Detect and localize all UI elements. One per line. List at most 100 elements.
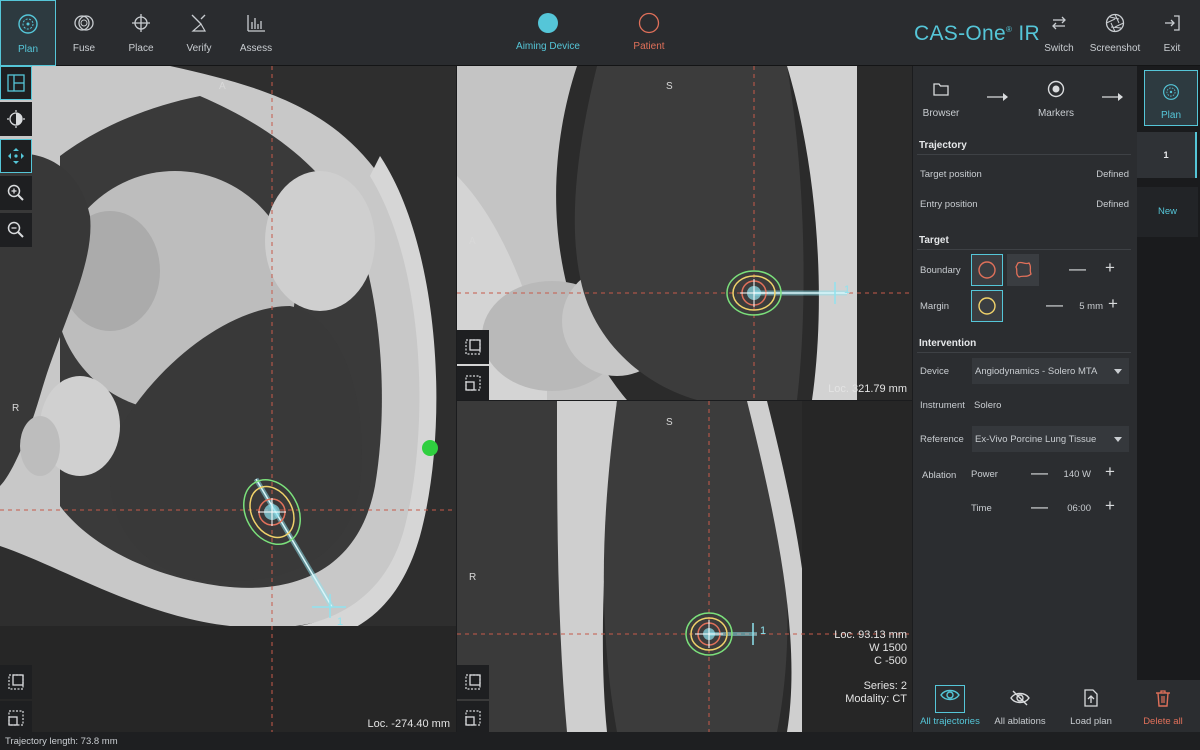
screenshot-label: Screenshot — [1089, 43, 1141, 54]
sagittal-location: Loc. 321.79 mm — [828, 383, 907, 395]
status-bar: Trajectory length: 73.8 mm — [0, 732, 1200, 750]
assess-tool-label: Assess — [239, 43, 273, 54]
device-select[interactable]: Angiodynamics - Solero MTA — [972, 358, 1129, 384]
power-plus-button[interactable]: + — [1105, 463, 1115, 480]
entry-position-label: Entry position — [920, 199, 978, 210]
exit-button[interactable]: Exit — [1152, 0, 1192, 66]
coronal-location: Loc. 93.13 mm — [834, 629, 907, 641]
patient-button[interactable]: Patient — [619, 12, 679, 52]
fuse-icon — [74, 15, 94, 31]
coronal-expand-button[interactable] — [457, 665, 489, 699]
instrument-label: Instrument — [920, 400, 965, 411]
axial-view[interactable]: A R 1 Loc. -274.40 mm — [0, 66, 456, 732]
aiming-device-label: Aiming Device — [516, 41, 580, 52]
margin-label: Margin — [920, 301, 950, 312]
coronal-info: Loc. 93.13 mm W 1500 C -500 — [787, 629, 907, 668]
zoom-in-button[interactable] — [0, 176, 32, 210]
reference-select[interactable]: Ex-Vivo Porcine Lung Tissue — [972, 426, 1129, 452]
caret-down-icon — [1114, 437, 1122, 442]
switch-button[interactable]: Switch — [1038, 0, 1080, 66]
expand-dotted-icon — [465, 674, 481, 690]
coronal-center: C -500 — [873, 655, 907, 667]
time-plus-button[interactable]: + — [1105, 497, 1115, 514]
coronal-series-info: Series: 2 Modality: CT — [787, 680, 907, 706]
instrument-value: Solero — [974, 400, 1002, 411]
sagittal-expand-button[interactable] — [457, 330, 489, 364]
margin-circle-icon — [978, 297, 996, 315]
new-plan-button[interactable]: New — [1137, 187, 1198, 237]
device-label: Device — [920, 366, 950, 377]
top-toolbar: Plan Fuse Place Verify Assess Aiming Dev… — [0, 0, 1200, 66]
new-plan-label: New — [1157, 206, 1177, 217]
divider — [917, 352, 1131, 353]
plan-tool-label: Plan — [17, 44, 38, 55]
pan-button[interactable] — [0, 139, 32, 173]
delete-all-button[interactable]: Delete all — [1135, 680, 1191, 732]
markers-step[interactable]: Markers — [1029, 66, 1083, 130]
fuse-tool-label: Fuse — [72, 43, 96, 54]
axial-orientation-top: A — [219, 81, 226, 92]
power-label: Power — [971, 469, 998, 480]
intervention-section-title: Intervention — [919, 338, 977, 349]
coronal-modality: Modality: CT — [845, 693, 907, 705]
coronal-trajectory-number: 1 — [760, 625, 767, 637]
camera-shutter-icon — [1105, 13, 1125, 33]
axial-location: Loc. -274.40 mm — [367, 718, 450, 730]
sagittal-orientation-left: A — [469, 236, 476, 247]
fuse-tool-button[interactable]: Fuse — [58, 0, 110, 66]
layout-button[interactable] — [0, 66, 32, 100]
target-section-title: Target — [919, 235, 949, 246]
plan-item-label: 1 — [1163, 150, 1169, 161]
planning-panel: Browser Markers Trajectory Target positi… — [913, 66, 1137, 680]
browser-step[interactable]: Browser — [913, 66, 969, 130]
brand-name: CAS-One — [914, 22, 1006, 45]
all-trajectories-button[interactable]: All trajectories — [915, 680, 985, 732]
sagittal-view[interactable]: S A 1 Loc. 321.79 mm — [457, 66, 912, 400]
time-minus-button[interactable]: — — [1031, 498, 1048, 515]
boundary-plus-button[interactable]: + — [1105, 259, 1115, 276]
coronal-orientation-left: R — [469, 572, 477, 583]
power-minus-button[interactable]: — — [1031, 464, 1048, 481]
boundary-circle-button[interactable] — [971, 254, 1003, 286]
assess-tool-button[interactable]: Assess — [228, 0, 284, 66]
margin-circle-button[interactable] — [971, 290, 1003, 322]
axial-collapse-button[interactable] — [0, 701, 32, 735]
boundary-freeform-button[interactable] — [1007, 254, 1039, 286]
place-tool-button[interactable]: Place — [114, 0, 168, 66]
plan-icon — [1163, 84, 1179, 100]
trajectory-section-title: Trajectory — [919, 140, 967, 151]
eye-off-icon — [1010, 690, 1030, 706]
axial-expand-button[interactable] — [0, 665, 32, 699]
screenshot-button[interactable]: Screenshot — [1086, 0, 1144, 66]
plan-step-button[interactable]: Plan — [1144, 70, 1198, 126]
sagittal-orientation-top: S — [666, 81, 673, 92]
divider — [917, 249, 1131, 250]
coronal-collapse-button[interactable] — [457, 701, 489, 735]
aiming-device-button[interactable]: Aiming Device — [508, 12, 588, 52]
expand-dotted-icon — [8, 674, 24, 690]
contrast-button[interactable] — [0, 102, 32, 136]
eye-icon — [940, 689, 960, 701]
verify-tool-button[interactable]: Verify — [172, 0, 226, 66]
device-value: Angiodynamics - Solero MTA — [975, 366, 1098, 377]
boundary-minus-button[interactable]: — — [1069, 260, 1086, 277]
coronal-view[interactable]: S R 1 Loc. 93.13 mm W 1500 C -500 Series… — [457, 401, 912, 732]
aiming-device-icon — [538, 13, 558, 33]
arrow-right-icon — [987, 93, 1008, 101]
margin-minus-button[interactable]: — — [1046, 296, 1063, 313]
place-tool-label: Place — [128, 43, 154, 54]
verify-icon — [191, 14, 207, 32]
plan-tool-button[interactable]: Plan — [0, 0, 56, 66]
sagittal-collapse-button[interactable] — [457, 366, 489, 400]
place-icon — [132, 14, 150, 32]
zoom-out-button[interactable] — [0, 213, 32, 247]
plan-icon — [18, 14, 38, 34]
trajectory-length: Trajectory length: 73.8 mm — [5, 736, 118, 747]
target-position-value: Defined — [1096, 169, 1129, 180]
all-ablations-button[interactable]: All ablations — [989, 680, 1051, 732]
patient-icon — [638, 12, 660, 34]
load-plan-label: Load plan — [1070, 716, 1112, 727]
margin-plus-button[interactable]: + — [1108, 295, 1118, 312]
load-plan-button[interactable]: Load plan — [1061, 680, 1121, 732]
plan-item-1[interactable]: 1 — [1137, 132, 1197, 178]
